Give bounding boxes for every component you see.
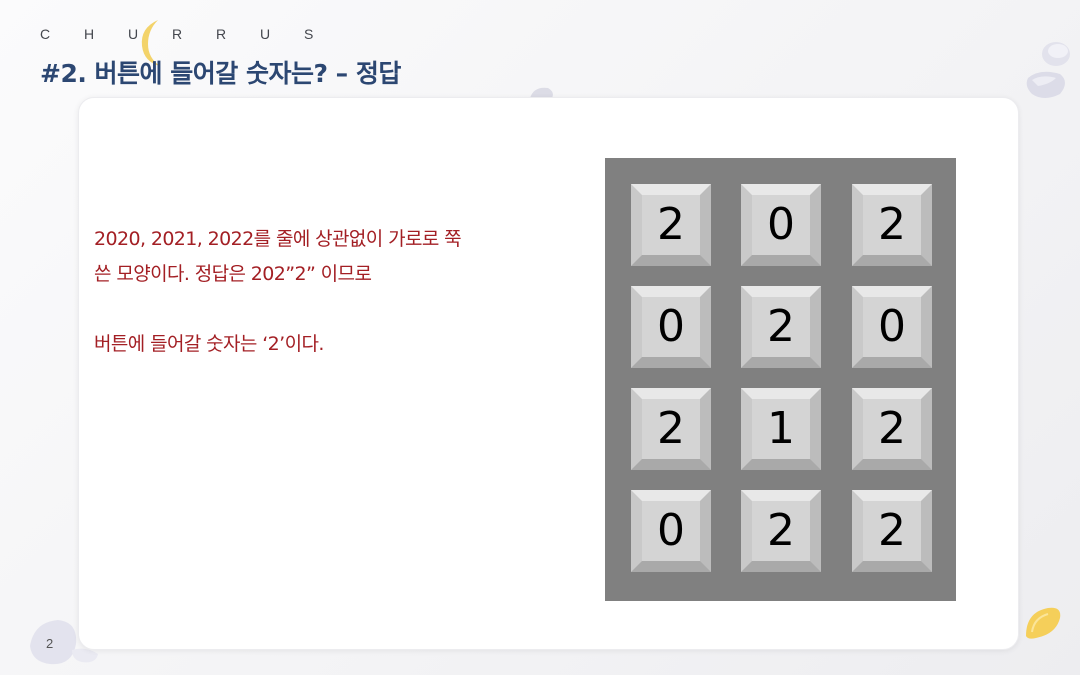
page-title: #2. 버튼에 들어갈 숫자는? – 정답 <box>40 59 401 88</box>
keypad-key: 0 <box>631 286 711 368</box>
page-number: 2 <box>46 636 54 651</box>
stone-decoration-top-right <box>1026 42 1070 98</box>
explanation-line-2: 쓴 모양이다. 정답은 202”2” 이므로 <box>94 263 372 285</box>
answer-explanation: 2020, 2021, 2022를 줄에 상관없이 가로로 쭉 쓴 모양이다. … <box>94 222 564 362</box>
lemon-decoration <box>1026 607 1061 639</box>
keypad-key: 0 <box>741 184 821 266</box>
keypad-key: 2 <box>852 184 932 266</box>
keypad-key: 2 <box>852 388 932 470</box>
keypad-key: 0 <box>852 286 932 368</box>
brand-name: C H U R R U S <box>40 26 329 42</box>
number-keypad: 202020212022 <box>605 158 956 601</box>
explanation-line-1: 2020, 2021, 2022를 줄에 상관없이 가로로 쭉 <box>94 228 462 250</box>
keypad-key: 2 <box>631 388 711 470</box>
answer-line: 버튼에 들어갈 숫자는 ‘2’이다. <box>94 333 324 355</box>
keypad-key: 2 <box>852 490 932 572</box>
keypad-key: 2 <box>631 184 711 266</box>
keypad-key: 2 <box>741 286 821 368</box>
keypad-key: 0 <box>631 490 711 572</box>
keypad-key: 1 <box>741 388 821 470</box>
keypad-key: 2 <box>741 490 821 572</box>
